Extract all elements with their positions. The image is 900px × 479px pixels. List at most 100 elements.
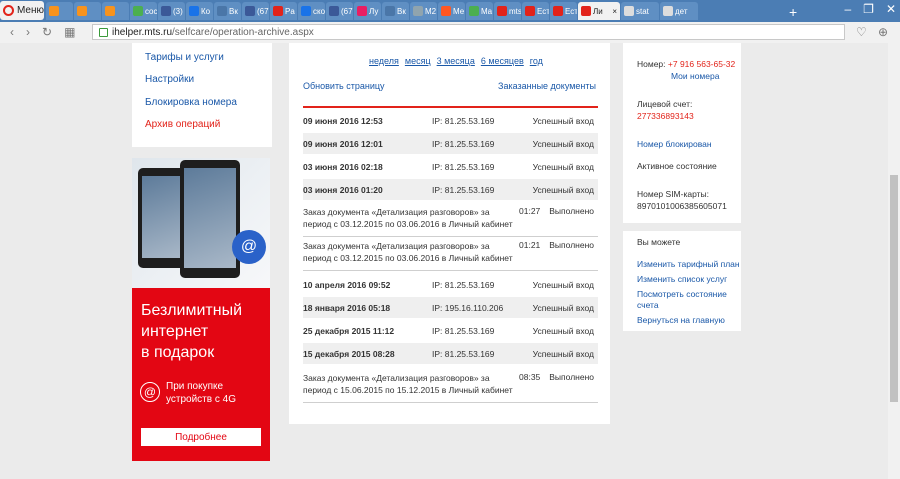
tab-label: (67 [341, 6, 353, 16]
table-row: 09 июня 2016 12:53 IP: 81.25.53.169 Успешн… [303, 116, 594, 126]
browser-tab[interactable]: coc [130, 2, 157, 20]
table-row: 03 июня 2016 01:20 IP: 81.25.53.169 Успешн… [303, 179, 598, 200]
order-row: Заказ документа «Детализация разговоров»… [303, 203, 598, 237]
order-row: Заказ документа «Детализация разговоров»… [303, 237, 598, 271]
browser-tab[interactable]: (3) [158, 2, 185, 20]
table-row: 03 июня 2016 02:18 IP: 81.25.53.169 Успешн… [303, 162, 594, 172]
ad-more-button[interactable]: Подробнее [141, 428, 261, 446]
opera-menu-button[interactable]: Меню [0, 1, 44, 20]
browser-tab[interactable]: Лу [354, 2, 381, 20]
tab-label: Ma [481, 6, 493, 16]
close-icon[interactable]: ✕ [886, 2, 896, 16]
browser-tab[interactable]: Ma [466, 2, 493, 20]
tab-label: Вк [229, 6, 238, 16]
scrollbar-thumb[interactable] [890, 175, 898, 402]
period-3-months[interactable]: 3 месяца [437, 56, 475, 66]
view-balance-link-cont[interactable]: счета [637, 300, 659, 310]
browser-tab[interactable] [46, 2, 73, 20]
tab-label: cко [313, 6, 325, 16]
change-tariff-link[interactable]: Изменить тарифный план [637, 259, 740, 269]
back-to-main-link[interactable]: Вернуться на главную [637, 315, 725, 325]
menu-item-settings[interactable]: Настройки [145, 74, 194, 85]
browser-tab[interactable]: Ест [550, 2, 577, 20]
refresh-page-link[interactable]: Обновить страницу [303, 81, 385, 91]
tab-favicon-icon [77, 6, 87, 16]
tab-label: Ест [565, 6, 577, 16]
browser-tab[interactable]: M2 [410, 2, 437, 20]
tab-close-icon[interactable]: × [612, 7, 617, 16]
browser-tab[interactable]: stat [621, 2, 659, 20]
browser-tab[interactable]: Pa [270, 2, 297, 20]
vertical-scrollbar[interactable] [888, 43, 900, 479]
address-bar: ‹ › ↻ ▦ ihelper.mts.ru/selfcare/operatio… [0, 22, 900, 44]
tab-label: Ко [201, 6, 211, 16]
period-week[interactable]: неделя [369, 56, 399, 66]
browser-tab[interactable] [102, 2, 129, 20]
tab-label: Вк [397, 6, 406, 16]
back-icon[interactable]: ‹ [10, 25, 14, 39]
browser-tab[interactable]: Вк [382, 2, 409, 20]
order-row: Заказ документа «Детализация разговоров»… [303, 369, 598, 403]
my-numbers-link[interactable]: Мои номера [671, 71, 719, 81]
reload-icon[interactable]: ↻ [42, 25, 52, 39]
bookmark-heart-icon[interactable]: ♡ [856, 25, 867, 39]
number-blocked-link[interactable]: Номер блокирован [637, 139, 712, 149]
new-tab-button[interactable]: + [789, 4, 797, 20]
tab-label: Ли [593, 6, 603, 16]
period-year[interactable]: год [530, 56, 543, 66]
browser-tab[interactable]: cко [298, 2, 325, 20]
browser-tab[interactable]: mts [494, 2, 521, 20]
tab-strip: Меню coc (3) Ко Вк (67 Pa cко (67 Лу Вк M2 Ме Ma mts Е… [0, 0, 900, 22]
tab-label: mts [509, 6, 521, 16]
forward-icon[interactable]: › [26, 25, 30, 39]
browser-tab[interactable]: Вк [214, 2, 241, 20]
browser-tab[interactable]: Ко [186, 2, 213, 20]
browser-tab[interactable]: Ест [522, 2, 549, 20]
tab-favicon-icon [245, 6, 255, 16]
lock-icon [99, 27, 108, 37]
period-6-months[interactable]: 6 месяцев [481, 56, 524, 66]
tab-label: (67 [257, 6, 269, 16]
menu-item-block-number[interactable]: Блокировка номера [145, 97, 237, 108]
window-controls: – ❐ ✕ [844, 2, 896, 16]
tab-favicon-icon [469, 6, 479, 16]
menu-item-tariffs[interactable]: Тарифы и услуги [145, 52, 224, 63]
tab-label: Pa [285, 6, 295, 16]
period-filter: неделя месяц 3 месяца 6 месяцев год [369, 56, 543, 66]
url-field[interactable]: ihelper.mts.ru/selfcare/operation-archiv… [92, 24, 845, 40]
ordered-documents-link[interactable]: Заказанные документы [498, 81, 596, 91]
tab-favicon-icon [273, 6, 283, 16]
divider [303, 106, 598, 108]
ad-headline: Безлимитный интернет в подарок [141, 302, 243, 361]
browser-tab[interactable] [74, 2, 101, 20]
tab-label: (3) [173, 6, 183, 16]
tab-favicon-icon [357, 6, 367, 16]
sim-number: 8970101006385605071 [637, 201, 727, 211]
download-icon[interactable]: ⊕ [878, 25, 888, 39]
browser-tab[interactable]: (67 [242, 2, 269, 20]
active-browser-tab[interactable]: Ли × [578, 2, 620, 20]
tab-favicon-icon [441, 6, 451, 16]
tab-label: stat [636, 6, 649, 16]
browser-tab[interactable]: Ме [438, 2, 465, 20]
browser-tab[interactable]: дет [660, 2, 698, 20]
tab-favicon-icon [329, 6, 339, 16]
phone-image [180, 160, 240, 278]
minimize-icon[interactable]: – [844, 2, 851, 16]
table-row: 15 декабря 2015 08:28 IP: 81.25.53.169 Усп… [303, 343, 598, 364]
maximize-icon[interactable]: ❐ [863, 2, 874, 16]
browser-tab[interactable]: (67 [326, 2, 353, 20]
operations-archive-panel: неделя месяц 3 месяца 6 месяцев год Обно… [289, 43, 610, 424]
menu-label: Меню [16, 5, 44, 16]
navigation-buttons: ‹ › ↻ ▦ [10, 25, 75, 39]
phone-number: +7 916 563-65-32 [667, 59, 736, 69]
speed-dial-icon[interactable]: ▦ [64, 25, 75, 39]
tab-favicon-icon [413, 6, 423, 16]
view-balance-link[interactable]: Посмотреть состояние [637, 289, 727, 299]
menu-item-operations-archive[interactable]: Архив операций [145, 119, 220, 130]
change-services-link[interactable]: Изменить список услуг [637, 274, 727, 284]
period-month[interactable]: месяц [405, 56, 431, 66]
ad-banner[interactable]: @ Безлимитный интернет в подарок @ При п… [132, 158, 270, 461]
tab-label: Лу [369, 6, 379, 16]
actions-panel: Вы можете Изменить тарифный план Изменит… [623, 231, 741, 331]
